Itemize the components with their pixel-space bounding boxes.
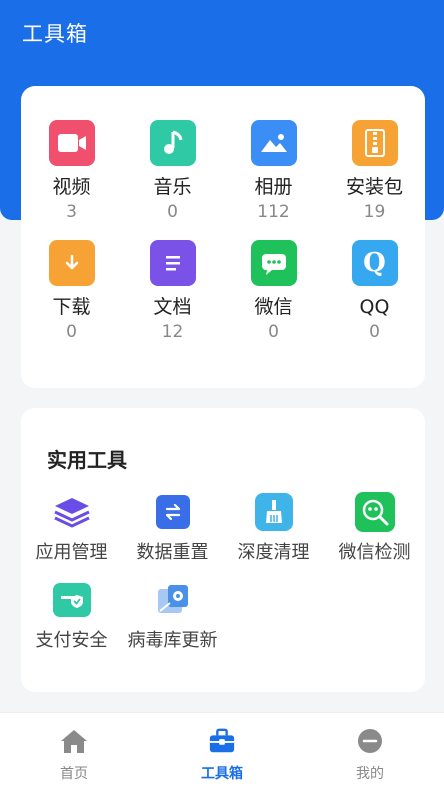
payment-shield-icon [52, 583, 91, 617]
document-icon [149, 240, 196, 286]
file-category-music[interactable]: 音乐 0 [122, 120, 223, 222]
profile-icon [356, 727, 384, 755]
photo-icon [250, 120, 297, 166]
file-category-count: 0 [167, 202, 178, 222]
wechat-scan-icon [354, 492, 395, 532]
tab-toolbox[interactable]: 工具箱 [148, 713, 296, 794]
file-category-downloads[interactable]: 下载 0 [21, 240, 122, 342]
file-category-label: 安装包 [345, 176, 403, 198]
toolbox-icon [208, 727, 236, 755]
tool-label: 数据重置 [136, 542, 209, 563]
file-category-photos[interactable]: 相册 112 [223, 120, 324, 222]
tab-label: 我的 [356, 766, 384, 782]
file-category-count: 3 [66, 202, 77, 222]
music-icon [149, 120, 196, 166]
broom-icon [254, 493, 293, 531]
file-category-count: 112 [257, 202, 290, 222]
file-category-grid: 视频 3 音乐 0 相册 112 安装包 19 下载 0 文档 12 微信 0 … [21, 120, 425, 342]
file-category-label: 微信 [254, 296, 293, 318]
tool-label: 微信检测 [338, 542, 411, 563]
download-icon [48, 240, 95, 286]
tool-virus-db-update[interactable]: 病毒库更新 [122, 580, 223, 652]
file-category-video[interactable]: 视频 3 [21, 120, 122, 222]
package-icon [351, 120, 398, 166]
tool-payment-security[interactable]: 支付安全 [21, 580, 122, 652]
file-category-label: 音乐 [153, 176, 192, 198]
tab-home[interactable]: 首页 [0, 713, 148, 794]
file-category-count: 0 [268, 322, 279, 342]
tool-data-reset[interactable]: 数据重置 [122, 492, 223, 564]
video-icon [48, 120, 95, 166]
virus-db-icon [153, 580, 193, 620]
tool-label: 支付安全 [35, 630, 108, 651]
file-category-count: 19 [363, 202, 386, 222]
bottom-tab-bar: 首页 工具箱 我的 [0, 712, 444, 794]
tool-label: 病毒库更新 [127, 630, 218, 651]
tool-grid: 应用管理 数据重置 深度清理 微信检测 支付安全 病毒库更新 [21, 492, 425, 652]
tab-profile[interactable]: 我的 [296, 713, 444, 794]
tool-app-management[interactable]: 应用管理 [21, 492, 122, 564]
tool-label: 应用管理 [35, 542, 108, 563]
tab-label: 工具箱 [201, 766, 243, 782]
file-category-wechat[interactable]: 微信 0 [223, 240, 324, 342]
home-icon [60, 727, 88, 755]
file-category-count: 12 [161, 322, 184, 342]
file-category-label: 视频 [52, 176, 91, 198]
file-categories-card: 视频 3 音乐 0 相册 112 安装包 19 下载 0 文档 12 微信 0 … [21, 86, 425, 388]
page-title: 工具箱 [22, 22, 88, 46]
file-category-qq[interactable]: Q QQ 0 [324, 240, 425, 342]
file-category-label: QQ [359, 296, 390, 318]
wechat-icon [250, 240, 297, 286]
file-category-label: 下载 [52, 296, 91, 318]
tools-card: 实用工具 应用管理 数据重置 深度清理 微信检测 支付安全 病毒库更新 [21, 408, 425, 692]
file-category-count: 0 [369, 322, 380, 342]
file-category-count: 0 [66, 322, 77, 342]
swap-icon [155, 495, 190, 529]
file-category-documents[interactable]: 文档 12 [122, 240, 223, 342]
layers-icon [52, 492, 92, 532]
file-category-label: 文档 [153, 296, 192, 318]
tool-label: 深度清理 [237, 542, 310, 563]
qq-icon: Q [351, 240, 398, 286]
tool-deep-clean[interactable]: 深度清理 [223, 492, 324, 564]
file-category-label: 相册 [254, 176, 293, 198]
tool-wechat-check[interactable]: 微信检测 [324, 492, 425, 564]
tab-label: 首页 [60, 766, 88, 782]
file-category-packages[interactable]: 安装包 19 [324, 120, 425, 222]
tools-section-title: 实用工具 [47, 448, 127, 472]
